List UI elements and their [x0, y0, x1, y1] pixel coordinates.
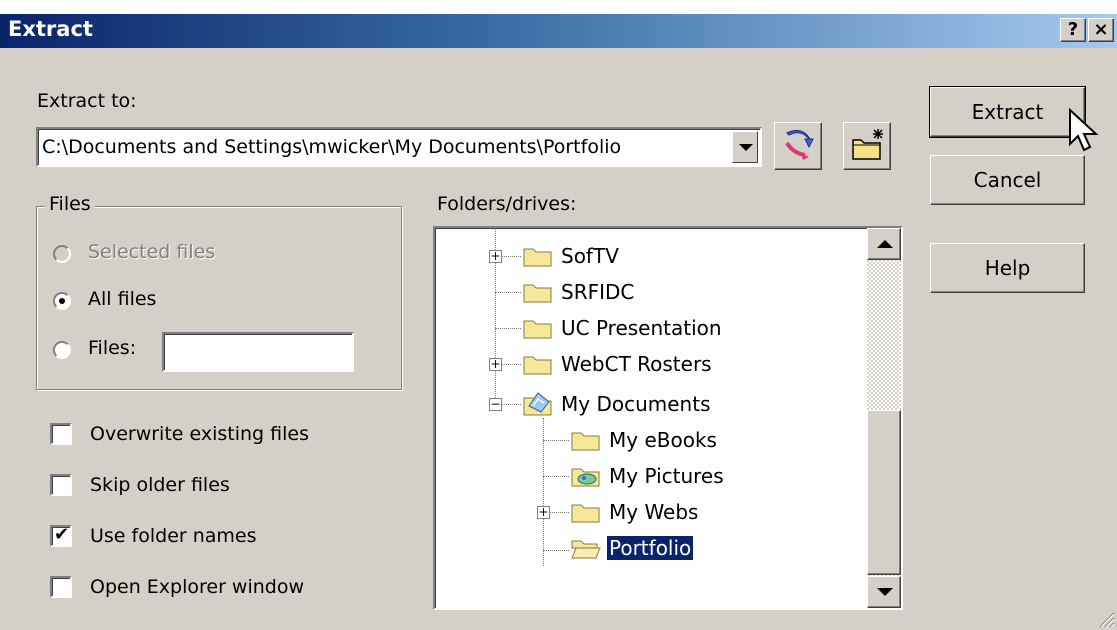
extract-button[interactable]: Extract	[929, 86, 1086, 138]
arrow-up-icon	[877, 240, 893, 248]
tree-node-label: SofTV	[561, 244, 619, 268]
folder-icon	[523, 284, 552, 303]
tree-line	[495, 328, 521, 329]
folder-icon	[571, 432, 600, 451]
tree-line	[543, 476, 569, 477]
browse-button[interactable]	[774, 122, 822, 170]
checkbox-overwrite[interactable]	[50, 423, 72, 445]
tree-line	[543, 440, 569, 441]
dialog-title: Extract	[8, 17, 93, 41]
checkbox-overwrite-label: Overwrite existing files	[90, 423, 309, 445]
tree-node-label: My Documents	[561, 392, 711, 416]
tree-node-label: UC Presentation	[561, 316, 722, 340]
tree-node-my-pictures[interactable]: My Pictures	[435, 462, 835, 494]
folders-drives-label: Folders/drives:	[437, 193, 577, 215]
radio-selected-files[interactable]	[53, 245, 71, 263]
scroll-thumb[interactable]	[867, 410, 901, 575]
help-button[interactable]: Help	[930, 243, 1085, 293]
expand-icon[interactable]: +	[489, 250, 502, 263]
folder-icon	[523, 356, 552, 375]
arrow-down-icon	[877, 588, 893, 596]
expand-icon[interactable]: +	[489, 358, 502, 371]
tree-node-label: My eBooks	[609, 428, 717, 452]
scroll-down-button[interactable]	[867, 576, 901, 608]
tree-node-label: SRFIDC	[561, 280, 635, 304]
tree-node-softv[interactable]: + SofTV	[435, 242, 835, 274]
radio-all-files-label: All files	[88, 288, 157, 310]
radio-files[interactable]	[53, 341, 71, 359]
scroll-up-button[interactable]	[867, 228, 901, 260]
folder-icon	[523, 248, 552, 267]
tree-node-webct-rosters[interactable]: + WebCT Rosters	[435, 350, 835, 382]
my-pictures-icon	[571, 468, 600, 487]
tree-node-srfidc[interactable]: SRFIDC	[435, 278, 835, 310]
tree-scrollbar[interactable]	[867, 228, 901, 608]
tree-line	[543, 550, 569, 551]
files-pattern-input[interactable]	[162, 332, 354, 372]
checkbox-open-explorer-label: Open Explorer window	[90, 576, 305, 598]
arrow-swoosh-icon	[785, 130, 814, 160]
checkbox-open-explorer[interactable]	[50, 576, 72, 598]
extract-to-label: Extract to:	[37, 90, 137, 112]
tree-line	[495, 292, 521, 293]
tree-node-portfolio[interactable]: Portfolio	[435, 534, 835, 566]
expand-icon[interactable]: +	[537, 506, 550, 519]
radio-files-label: Files:	[88, 337, 137, 359]
checkbox-skip-older[interactable]	[50, 474, 72, 496]
help-title-button[interactable]: ?	[1060, 18, 1086, 42]
files-group-label: Files	[45, 193, 95, 215]
tree-node-label: WebCT Rosters	[561, 352, 712, 376]
tree-node-my-documents[interactable]: − My Documents	[435, 390, 835, 422]
resize-grip-icon[interactable]	[1097, 610, 1115, 628]
my-documents-icon	[523, 392, 552, 416]
folder-icon	[571, 504, 600, 523]
tree-node-my-ebooks[interactable]: My eBooks	[435, 426, 835, 458]
new-folder-icon	[852, 129, 883, 160]
mouse-cursor-icon	[1069, 108, 1099, 152]
open-folder-icon	[571, 540, 601, 559]
tree-node-label: My Webs	[609, 500, 699, 524]
checkbox-skip-older-label: Skip older files	[90, 474, 230, 496]
checkmark-icon: ✔	[54, 524, 70, 545]
radio-dot	[59, 298, 65, 304]
path-dropdown-button[interactable]	[732, 131, 758, 163]
extract-path-value: C:\Documents and Settings\mwicker\My Doc…	[42, 136, 622, 158]
radio-selected-files-label: Selected files	[88, 241, 216, 263]
cancel-button[interactable]: Cancel	[930, 155, 1085, 205]
extract-path-combobox[interactable]: C:\Documents and Settings\mwicker\My Doc…	[36, 127, 762, 167]
collapse-icon[interactable]: −	[489, 398, 502, 411]
checkbox-use-folder-names[interactable]: ✔	[50, 524, 72, 547]
radio-all-files[interactable]	[53, 292, 71, 310]
checkbox-use-folder-names-label: Use folder names	[90, 525, 257, 547]
tree-node-label-selected: Portfolio	[607, 536, 694, 560]
tree-node-uc-presentation[interactable]: UC Presentation	[435, 314, 835, 346]
new-folder-button[interactable]	[843, 122, 891, 170]
folder-icon	[523, 320, 552, 339]
chevron-down-icon	[739, 144, 753, 151]
tree-node-label: My Pictures	[609, 464, 724, 488]
close-title-button[interactable]: ×	[1088, 18, 1114, 42]
tree-node-my-webs[interactable]: + My Webs	[435, 498, 835, 530]
folders-tree[interactable]: + SofTV SRFIDC UC Presentation + WebCT R…	[433, 226, 903, 610]
title-bar[interactable]: Extract ? ×	[0, 14, 1117, 48]
